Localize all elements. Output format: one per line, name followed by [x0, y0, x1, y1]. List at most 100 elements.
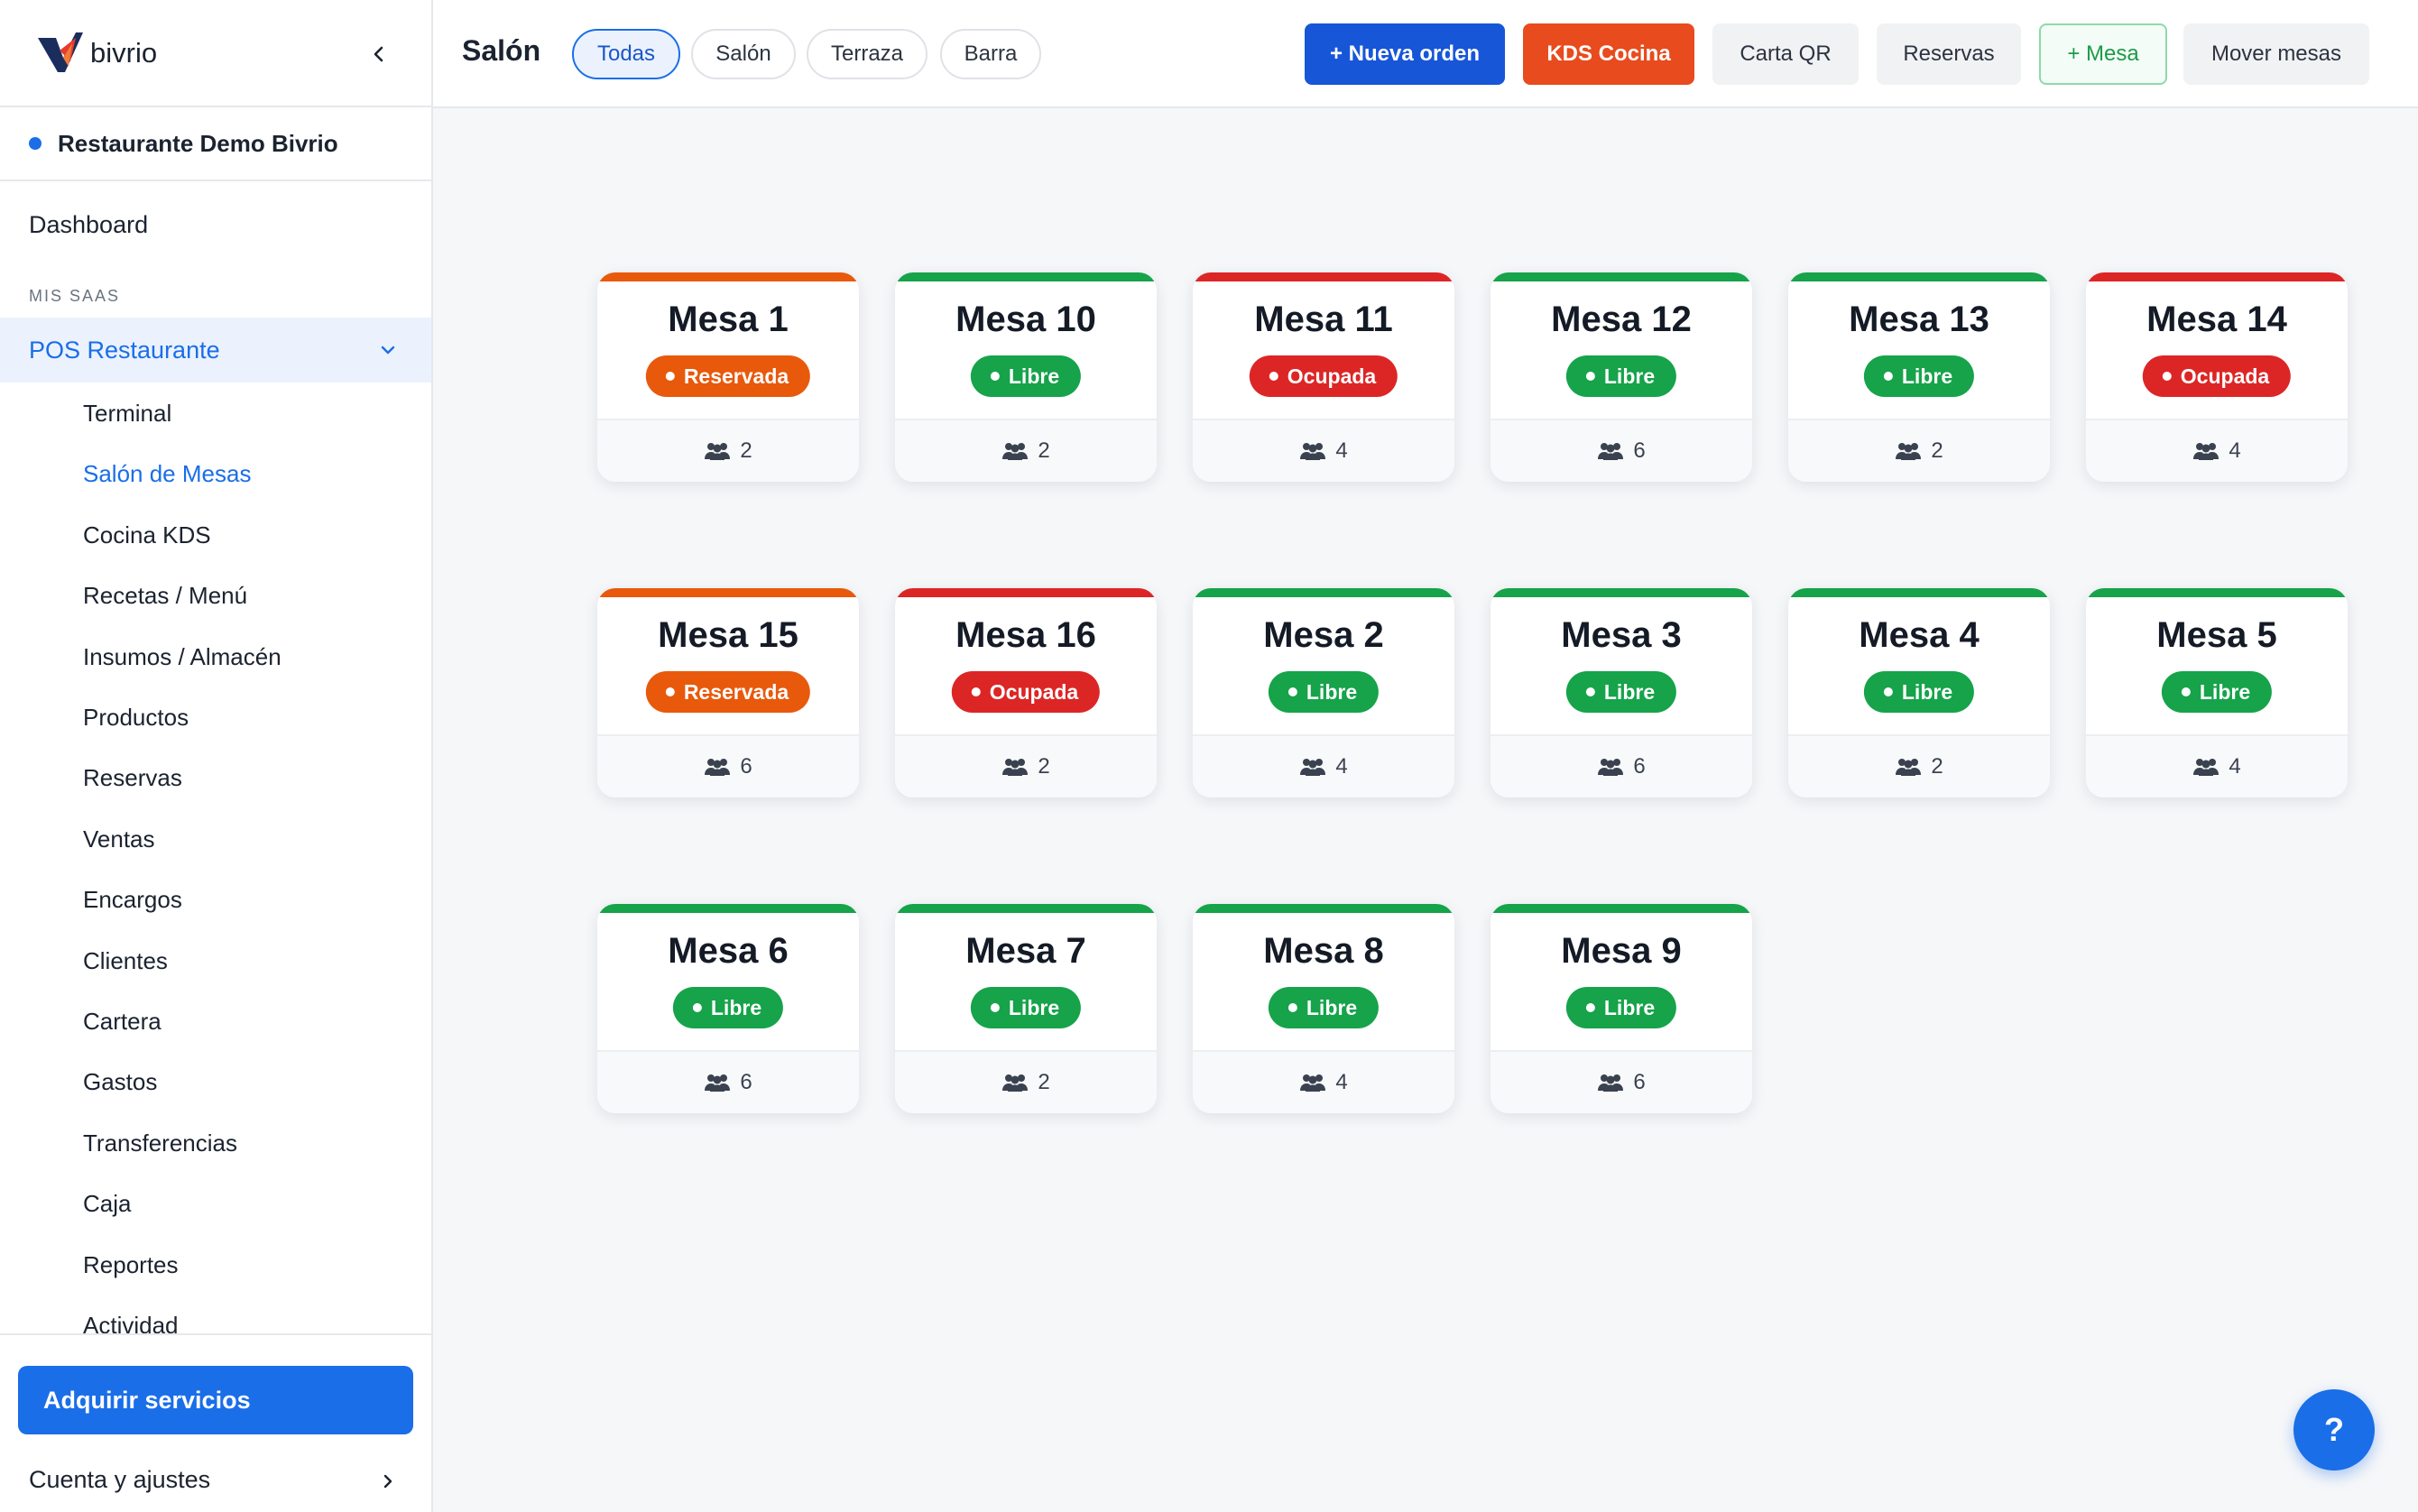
seats-row: 6	[597, 734, 859, 797]
sidebar-item-gastos[interactable]: Gastos	[83, 1068, 157, 1096]
status-label: Libre	[1901, 679, 1953, 704]
sidebar-item-salón-de-mesas[interactable]: Salón de Mesas	[83, 460, 251, 488]
filter-terraza[interactable]: Terraza	[807, 29, 928, 79]
table-name: Mesa 8	[1263, 931, 1384, 971]
sidebar-item-insumos-almacén[interactable]: Insumos / Almacén	[83, 643, 281, 671]
sidebar-item-terminal[interactable]: Terminal	[83, 400, 171, 428]
section-label-mis-saas: MIS SAAS	[29, 287, 121, 305]
status-stripe	[1788, 588, 2050, 597]
collapse-sidebar-button[interactable]	[363, 38, 395, 70]
status-badge: Libre	[1863, 671, 1975, 713]
people-icon	[1598, 1074, 1624, 1092]
table-card[interactable]: Mesa 6 Libre 6	[597, 904, 859, 1113]
status-stripe	[1490, 904, 1752, 913]
table-card[interactable]: Mesa 5 Libre 4	[2086, 588, 2348, 797]
account-settings-link[interactable]: Cuenta y ajustes	[29, 1466, 210, 1494]
table-card[interactable]: Mesa 15 Reservada 6	[597, 588, 859, 797]
status-badge: Reservada	[645, 671, 811, 713]
acquire-services-button[interactable]: Adquirir servicios	[18, 1366, 413, 1434]
seats-row: 4	[1193, 1050, 1454, 1113]
filter-salon[interactable]: Salón	[691, 29, 796, 79]
table-card[interactable]: Mesa 16 Ocupada 2	[895, 588, 1157, 797]
table-card[interactable]: Mesa 7 Libre 2	[895, 904, 1157, 1113]
kds-kitchen-button[interactable]: KDS Cocina	[1523, 23, 1694, 85]
table-card[interactable]: Mesa 3 Libre 6	[1490, 588, 1752, 797]
sidebar-item-clientes[interactable]: Clientes	[83, 947, 168, 975]
table-name: Mesa 1	[668, 300, 789, 339]
seat-count: 6	[740, 1070, 752, 1094]
organization-switcher[interactable]: Restaurante Demo Bivrio	[0, 107, 431, 181]
seats-row: 6	[597, 1050, 859, 1113]
organization-status-dot	[29, 137, 42, 150]
people-icon	[1598, 443, 1624, 460]
table-card[interactable]: Mesa 14 Ocupada 4	[2086, 272, 2348, 482]
seats-row: 2	[895, 419, 1157, 482]
chevron-right-icon[interactable]	[377, 1471, 399, 1492]
status-badge: Libre	[2161, 671, 2273, 713]
seat-count: 4	[2229, 754, 2241, 779]
status-label: Libre	[710, 995, 762, 1019]
add-table-button[interactable]: + Mesa	[2039, 23, 2167, 85]
seat-count: 6	[1633, 438, 1646, 463]
sidebar-item-dashboard[interactable]: Dashboard	[29, 211, 148, 239]
seat-count: 4	[1335, 438, 1348, 463]
sidebar: bivrio Restaurante Demo Bivrio Dashboard…	[0, 0, 433, 1512]
chevron-left-icon	[374, 46, 383, 62]
status-badge: Libre	[970, 987, 1082, 1028]
status-label: Ocupada	[2180, 364, 2270, 388]
qr-menu-button[interactable]: Carta QR	[1712, 23, 1859, 85]
sidebar-item-ventas[interactable]: Ventas	[83, 825, 155, 853]
table-card[interactable]: Mesa 10 Libre 2	[895, 272, 1157, 482]
table-card[interactable]: Mesa 2 Libre 4	[1193, 588, 1454, 797]
people-icon	[705, 759, 731, 776]
sidebar-footer: Adquirir servicios Cuenta y ajustes	[0, 1333, 431, 1512]
table-card[interactable]: Mesa 9 Libre 6	[1490, 904, 1752, 1113]
status-dot-icon	[665, 687, 675, 696]
status-dot-icon	[971, 687, 981, 696]
table-name: Mesa 9	[1561, 931, 1682, 971]
status-dot-icon	[1883, 687, 1893, 696]
status-badge: Libre	[1268, 671, 1380, 713]
people-icon	[705, 443, 731, 460]
reservations-button[interactable]: Reservas	[1877, 23, 2021, 85]
status-badge: Libre	[1863, 355, 1975, 397]
table-card[interactable]: Mesa 11 Ocupada 4	[1193, 272, 1454, 482]
status-label: Ocupada	[989, 679, 1079, 704]
sidebar-item-productos[interactable]: Productos	[83, 704, 189, 732]
sidebar-item-reportes[interactable]: Reportes	[83, 1251, 179, 1279]
status-badge: Libre	[1565, 671, 1677, 713]
people-icon	[1896, 443, 1922, 460]
table-card[interactable]: Mesa 4 Libre 2	[1788, 588, 2050, 797]
table-card[interactable]: Mesa 1 Reservada 2	[597, 272, 859, 482]
sidebar-item-cartera[interactable]: Cartera	[83, 1008, 162, 1036]
filter-todas[interactable]: Todas	[572, 29, 680, 79]
table-name: Mesa 11	[1254, 300, 1393, 339]
seats-row: 2	[1788, 419, 2050, 482]
people-icon	[705, 1074, 731, 1092]
status-dot-icon	[1883, 372, 1893, 381]
sidebar-group-label: POS Restaurante	[29, 336, 220, 364]
seats-row: 2	[597, 419, 859, 482]
sidebar-item-encargos[interactable]: Encargos	[83, 886, 182, 914]
sidebar-item-cocina-kds[interactable]: Cocina KDS	[83, 521, 211, 549]
help-button[interactable]: ?	[2293, 1389, 2375, 1471]
seat-count: 4	[2229, 438, 2241, 463]
seat-count: 6	[740, 754, 752, 779]
sidebar-item-recetas-menú[interactable]: Recetas / Menú	[83, 582, 247, 610]
sidebar-group-pos-restaurante[interactable]: POS Restaurante	[0, 318, 431, 383]
table-name: Mesa 4	[1859, 615, 1980, 655]
table-name: Mesa 13	[1849, 300, 1989, 339]
sidebar-item-transferencias[interactable]: Transferencias	[83, 1129, 237, 1157]
sidebar-item-caja[interactable]: Caja	[83, 1190, 131, 1218]
table-card[interactable]: Mesa 8 Libre 4	[1193, 904, 1454, 1113]
seat-count: 2	[1931, 754, 1943, 779]
people-icon	[1002, 1074, 1029, 1092]
sidebar-item-reservas[interactable]: Reservas	[83, 764, 182, 792]
status-label: Libre	[1603, 679, 1656, 704]
filter-barra[interactable]: Barra	[940, 29, 1041, 79]
table-card[interactable]: Mesa 12 Libre 6	[1490, 272, 1752, 482]
new-order-button[interactable]: + Nueva orden	[1305, 23, 1505, 85]
table-card[interactable]: Mesa 13 Libre 2	[1788, 272, 2050, 482]
move-tables-button[interactable]: Mover mesas	[2183, 23, 2369, 85]
status-label: Reservada	[683, 364, 789, 388]
